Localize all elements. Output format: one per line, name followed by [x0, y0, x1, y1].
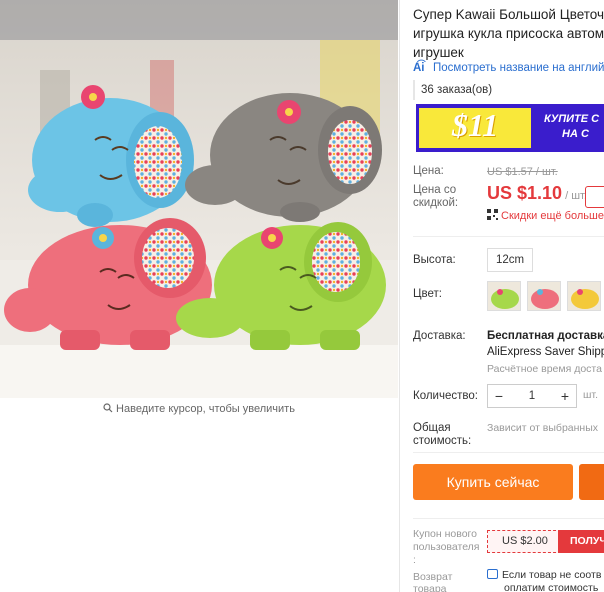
section-divider [413, 452, 604, 453]
more-discounts-text: Скидки ещё больше [501, 210, 604, 222]
discount-label-line: скидкой: [413, 197, 459, 209]
qr-code-icon [487, 209, 498, 220]
returns-label-line: товара [413, 583, 447, 592]
coupon-amount: US $2.00 [502, 535, 548, 547]
promo-text: КУПИТЕ С НА С [544, 112, 599, 142]
promo-banner[interactable]: $11 КУПИТЕ С НА С [416, 104, 604, 152]
coupon-label-line: Купон нового [413, 528, 477, 540]
zoom-hint: Наведите курсор, чтобы увеличить [0, 403, 398, 415]
discount-price: US $1.10 / шт. [487, 183, 587, 204]
magnifier-icon [103, 403, 113, 413]
discount-price-label: Цена со скидкой: [413, 184, 458, 210]
promo-amount: $11 [452, 107, 499, 143]
translate-icon: A͡i [413, 62, 425, 74]
quantity-unit: шт. [583, 389, 598, 401]
product-title-line: игрушка кукла присоска автом [413, 26, 604, 41]
translate-title-link[interactable]: A͡i Посмотреть название на англий [413, 62, 604, 74]
total-label-line: Общая [413, 422, 451, 434]
delivery-estimate: Расчётное время доста [487, 363, 602, 375]
more-discounts-link[interactable]: Скидки ещё больше [487, 209, 604, 222]
green-elephant-icon [488, 282, 520, 310]
color-swatch-yellow[interactable] [567, 281, 601, 311]
price-unit: / шт. [562, 190, 587, 202]
buy-now-button[interactable]: Купить сейчас [413, 464, 573, 500]
returns-label: Возврат товара [413, 571, 452, 592]
height-option-12cm[interactable]: 12cm [487, 248, 534, 272]
new-user-coupon: US $2.00 ПОЛУЧ [487, 530, 604, 553]
original-price: US $1.57 / шт. [487, 166, 558, 178]
price-label: Цена: [413, 165, 444, 177]
coupon-label-line: : [413, 554, 416, 566]
add-to-cart-button[interactable] [579, 464, 604, 500]
translate-link-text: Посмотреть название на англий [433, 62, 604, 74]
price-badge [585, 186, 604, 208]
discount-label-line: Цена со [413, 184, 457, 196]
quantity-decrease-button[interactable]: − [488, 388, 510, 404]
product-title-line: игрушек [413, 45, 464, 60]
returns-label-line: Возврат [413, 571, 453, 583]
pink-elephant-icon [528, 282, 560, 310]
total-value: Зависит от выбранных [487, 422, 599, 434]
promo-text-line: КУПИТЕ С [544, 113, 600, 125]
product-title-line: Супер Kawaii Большой Цветочи [413, 7, 604, 22]
orders-divider [413, 80, 415, 100]
shipping-method[interactable]: Бесплатная доставка AliExpress Saver Shi… [487, 328, 604, 360]
height-label: Высота: [413, 254, 456, 266]
quantity-input[interactable]: 1 [510, 390, 554, 402]
product-image[interactable] [0, 0, 398, 398]
product-gallery: Наведите курсор, чтобы увеличить [0, 0, 398, 415]
shipping-label: Доставка: [413, 330, 466, 342]
returns-text-line: Если товар не соотв [502, 569, 602, 581]
color-swatch-pink[interactable] [527, 281, 561, 311]
total-label: Общая стоимость: [413, 422, 471, 448]
section-divider [413, 518, 604, 519]
section-divider [413, 236, 604, 237]
return-policy-icon [487, 569, 498, 579]
quantity-increase-button[interactable]: + [554, 388, 576, 404]
coupon-label-line: пользователя [413, 541, 480, 553]
quantity-stepper: − 1 + [487, 384, 577, 408]
discount-price-value: US $1.10 [487, 183, 563, 203]
orders-count: 36 заказа(ов) [421, 84, 493, 96]
color-label: Цвет: [413, 288, 442, 300]
returns-text-line: оплатим стоимость [504, 582, 599, 592]
returns-policy: Если товар не соотв оплатим стоимость [487, 569, 601, 592]
shipping-title-line: AliExpress Saver Shipp [487, 346, 604, 358]
get-coupon-button[interactable]: ПОЛУЧ [558, 530, 604, 553]
coupon-label: Купон нового пользователя : [413, 528, 480, 567]
zoom-hint-text: Наведите курсор, чтобы увеличить [116, 403, 295, 415]
total-label-line: стоимость: [413, 435, 472, 447]
shipping-title-line: Бесплатная доставка [487, 330, 604, 342]
yellow-elephant-icon [568, 282, 600, 310]
stuffed-elephants-photo [0, 0, 398, 398]
color-swatch-green[interactable] [487, 281, 521, 311]
column-divider [399, 0, 400, 592]
promo-text-line: НА С [562, 128, 589, 140]
product-info: Супер Kawaii Большой Цветочи игрушка кук… [413, 0, 604, 592]
quantity-label: Количество: [413, 390, 478, 402]
product-title: Супер Kawaii Большой Цветочи игрушка кук… [413, 5, 604, 62]
